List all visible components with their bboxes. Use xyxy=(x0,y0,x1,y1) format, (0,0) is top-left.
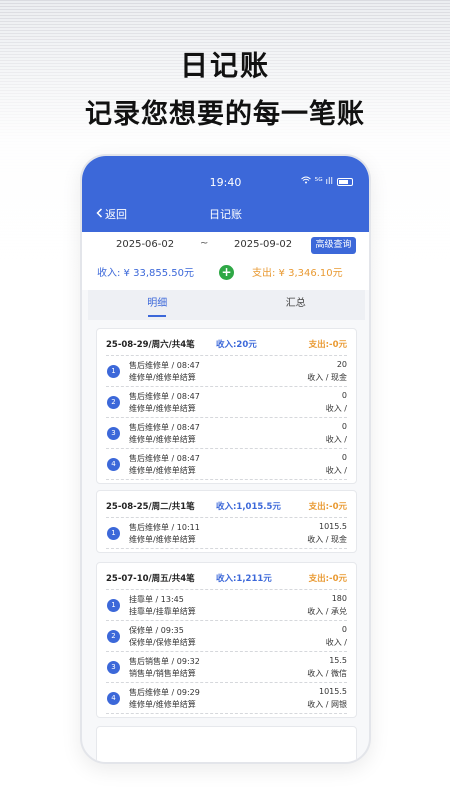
add-entry-button[interactable]: + xyxy=(219,265,234,280)
list-item[interactable]: 1 售后维修单 / 10:11 维修单/维修单结算 1015.5 收入 / 现金 xyxy=(106,517,347,548)
entry-type: 维修单/维修单结算 xyxy=(129,404,196,413)
entry-payment: 收入 / 承兑 xyxy=(307,607,347,616)
battery-icon xyxy=(337,177,353,186)
filter-bar: 2025-06-02 ~ 2025-09-02 高级查询 收入: ¥ 33,85… xyxy=(82,232,369,290)
day-group: 25-08-25/周二/共1笔 收入:1,015.5元 支出:-0元 1 售后维… xyxy=(96,490,357,553)
status-icons: ⁵ᴳ ıll xyxy=(300,176,353,187)
day-group: 25-08-29/周六/共4笔 收入:20元 支出:-0元 1 售后维修单 / … xyxy=(96,328,357,484)
entry-title: 售后维修单 / 08:47 xyxy=(129,454,200,463)
group-income: 收入:20元 xyxy=(216,340,257,350)
entry-list: 25-08-29/周六/共4笔 收入:20元 支出:-0元 1 售后维修单 / … xyxy=(82,320,369,762)
entry-type: 销售单/销售单结算 xyxy=(129,669,196,678)
card-divider xyxy=(106,479,347,483)
entry-amount: 1015.5 xyxy=(319,522,347,531)
list-item[interactable]: 1 挂靠单 / 13:45 挂靠单/挂靠单结算 180 收入 / 承兑 xyxy=(106,589,347,620)
entry-payment: 收入 / xyxy=(325,404,347,413)
index-badge: 1 xyxy=(107,365,120,378)
entry-amount: 15.5 xyxy=(329,656,347,665)
card-divider xyxy=(106,548,347,552)
day-group xyxy=(96,726,357,762)
entry-amount: 20 xyxy=(336,360,347,369)
tab-summary[interactable]: 汇总 xyxy=(227,290,366,320)
group-date: 25-07-10/周五/共4笔 xyxy=(106,574,195,584)
entry-payment: 收入 / 微信 xyxy=(307,669,347,678)
entry-amount: 180 xyxy=(331,594,347,603)
entry-type: 维修单/维修单结算 xyxy=(129,435,196,444)
advanced-search-button[interactable]: 高级查询 xyxy=(311,237,356,254)
start-date-field[interactable]: 2025-06-02 xyxy=(116,239,174,250)
day-group: 25-07-10/周五/共4笔 收入:1,211元 支出:-0元 1 挂靠单 /… xyxy=(96,562,357,718)
list-item[interactable]: 3 售后维修单 / 08:47 维修单/维修单结算 0 收入 / xyxy=(106,417,347,448)
group-income: 收入:1,015.5元 xyxy=(216,502,281,512)
group-date: 25-08-29/周六/共4笔 xyxy=(106,340,195,350)
entry-amount: 0 xyxy=(341,625,347,634)
entry-amount: 0 xyxy=(341,453,347,462)
entry-payment: 收入 / 现金 xyxy=(307,535,347,544)
list-item[interactable]: 3 售后销售单 / 09:32 销售单/销售单结算 15.5 收入 / 微信 xyxy=(106,651,347,682)
entry-type: 维修单/维修单结算 xyxy=(129,700,196,709)
entry-title: 售后维修单 / 10:11 xyxy=(129,523,200,532)
index-badge: 1 xyxy=(107,527,120,540)
page-title: 日记账 xyxy=(209,208,242,221)
promo-subtitle: 记录您想要的每一笔账 xyxy=(85,99,365,130)
wifi-icon xyxy=(300,176,311,187)
promo-title: 日记账 xyxy=(179,49,270,82)
entry-title: 挂靠单 / 13:45 xyxy=(129,595,184,604)
list-item[interactable]: 4 售后维修单 / 09:29 维修单/维修单结算 1015.5 收入 / 网银 xyxy=(106,682,347,713)
signal-icon: ⁵ᴳ ıll xyxy=(314,176,333,187)
entry-payment: 收入 / 现金 xyxy=(307,373,347,382)
list-item[interactable]: 2 保修单 / 09:35 保修单/保修单结算 0 收入 / xyxy=(106,620,347,651)
group-date: 25-08-25/周二/共1笔 xyxy=(106,502,195,512)
list-item[interactable]: 1 售后维修单 / 08:47 维修单/维修单结算 20 收入 / 现金 xyxy=(106,355,347,386)
entry-title: 保修单 / 09:35 xyxy=(129,626,184,635)
entry-amount: 0 xyxy=(341,391,347,400)
index-badge: 2 xyxy=(107,630,120,643)
entry-payment: 收入 / xyxy=(325,638,347,647)
index-badge: 1 xyxy=(107,599,120,612)
day-group-header: 25-08-25/周二/共1笔 收入:1,015.5元 支出:-0元 xyxy=(106,491,347,517)
group-expense: 支出:-0元 xyxy=(308,502,347,512)
entry-type: 保修单/保修单结算 xyxy=(129,638,196,647)
day-group-header: 25-07-10/周五/共4笔 收入:1,211元 支出:-0元 xyxy=(106,563,347,589)
list-item[interactable]: 4 售后维修单 / 08:47 维修单/维修单结算 0 收入 / xyxy=(106,448,347,479)
entry-type: 维修单/维修单结算 xyxy=(129,373,196,382)
app-header: 19:40 ⁵ᴳ ıll 返回 日记账 xyxy=(82,156,369,232)
index-badge: 2 xyxy=(107,396,120,409)
phone-frame: 19:40 ⁵ᴳ ıll 返回 日记账 2025-06-02 ~ 2025-09… xyxy=(80,154,371,764)
entry-title: 售后维修单 / 08:47 xyxy=(129,361,200,370)
day-group-header: 25-08-29/周六/共4笔 收入:20元 支出:-0元 xyxy=(106,329,347,355)
expense-total: 支出: ¥ 3,346.10元 xyxy=(252,268,343,279)
entry-type: 挂靠单/挂靠单结算 xyxy=(129,607,196,616)
entry-payment: 收入 / xyxy=(325,435,347,444)
entry-title: 售后销售单 / 09:32 xyxy=(129,657,200,666)
income-total: 收入: ¥ 33,855.50元 xyxy=(97,268,194,279)
entry-amount: 1015.5 xyxy=(319,687,347,696)
end-date-field[interactable]: 2025-09-02 xyxy=(234,239,292,250)
group-expense: 支出:-0元 xyxy=(308,574,347,584)
index-badge: 3 xyxy=(107,427,120,440)
tab-bar: 明细 汇总 xyxy=(88,290,365,320)
entry-payment: 收入 / xyxy=(325,466,347,475)
entry-amount: 0 xyxy=(341,422,347,431)
index-badge: 4 xyxy=(107,458,120,471)
card-divider xyxy=(106,713,347,717)
date-separator: ~ xyxy=(200,238,209,249)
index-badge: 3 xyxy=(107,661,120,674)
entry-title: 售后维修单 / 08:47 xyxy=(129,392,200,401)
index-badge: 4 xyxy=(107,692,120,705)
group-income: 收入:1,211元 xyxy=(216,574,272,584)
entry-type: 维修单/维修单结算 xyxy=(129,466,196,475)
entry-title: 售后维修单 / 08:47 xyxy=(129,423,200,432)
entry-payment: 收入 / 网银 xyxy=(307,700,347,709)
group-expense: 支出:-0元 xyxy=(308,340,347,350)
entry-type: 维修单/维修单结算 xyxy=(129,535,196,544)
tab-details[interactable]: 明细 xyxy=(88,290,227,320)
entry-title: 售后维修单 / 09:29 xyxy=(129,688,200,697)
list-item[interactable]: 2 售后维修单 / 08:47 维修单/维修单结算 0 收入 / xyxy=(106,386,347,417)
